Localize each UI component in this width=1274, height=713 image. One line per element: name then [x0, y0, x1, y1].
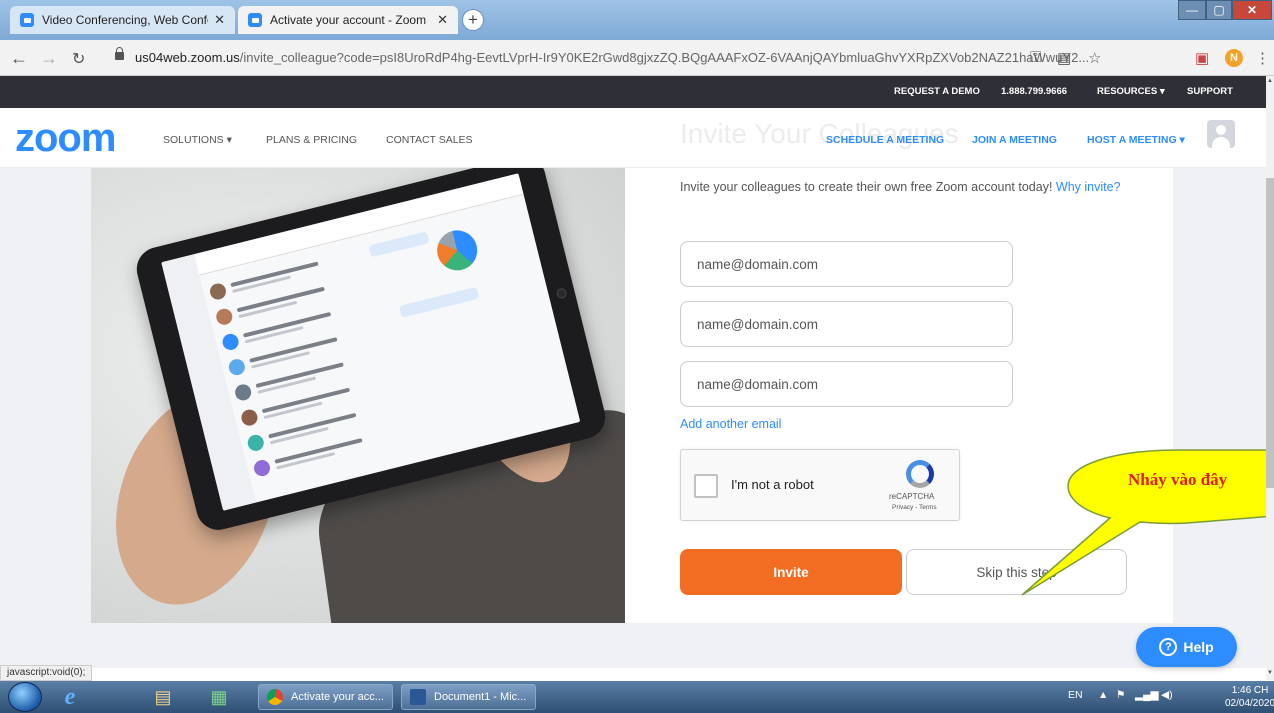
scroll-up-arrow-icon[interactable]: ▲ — [1266, 78, 1274, 86]
recaptcha-logo-icon — [906, 460, 934, 488]
new-tab-button[interactable]: + — [462, 9, 484, 31]
url-domain: us04web.zoom.us — [135, 50, 240, 65]
phone-number: 1.888.799.9666 — [1001, 86, 1068, 97]
invite-intro-text: Invite your colleagues to create their o… — [680, 180, 1053, 194]
address-bar: ← → ↻ us04web.zoom.us/invite_colleague?c… — [0, 40, 1274, 76]
taskbar-item-chrome[interactable]: Activate your acc... — [258, 684, 393, 710]
taskbar-item-word[interactable]: Document1 - Mic... — [401, 684, 536, 710]
url-path: /invite_colleague?code=psI8UroRdP4hg-Eev… — [239, 50, 1090, 65]
support-link[interactable]: SUPPORT — [1187, 86, 1233, 97]
callout-text: Nháy vào đây — [1128, 470, 1228, 489]
skip-step-button[interactable]: Skip this step — [906, 549, 1127, 595]
add-another-email-link[interactable]: Add another email — [680, 417, 781, 431]
plans-pricing-link[interactable]: PLANS & PRICING — [266, 134, 357, 146]
tablet-photo — [91, 168, 625, 623]
pdf-extension-icon[interactable]: ▣ — [1195, 49, 1209, 67]
close-icon[interactable]: ✕ — [214, 12, 225, 28]
tab-video-conferencing[interactable]: Video Conferencing, Web Confer ✕ — [10, 6, 235, 34]
resources-menu[interactable]: RESOURCES ▾ — [1097, 86, 1165, 97]
invite-button[interactable]: Invite — [680, 549, 902, 595]
tab-label: Video Conferencing, Web Confer — [42, 13, 209, 27]
taskbar-item-label: Document1 - Mic... — [434, 691, 527, 703]
help-button[interactable]: ? Help — [1136, 627, 1237, 667]
clock-date: 02/04/2020 — [1225, 698, 1274, 709]
join-meeting-link[interactable]: JOIN A MEETING — [972, 134, 1057, 146]
menu-kebab-icon[interactable]: ⋮ — [1255, 49, 1270, 67]
close-icon[interactable]: ✕ — [437, 12, 448, 28]
contact-sales-link[interactable]: CONTACT SALES — [386, 134, 473, 146]
recaptcha-label: I'm not a robot — [731, 477, 814, 492]
scroll-down-arrow-icon[interactable]: ▼ — [1266, 670, 1274, 678]
network-icon[interactable]: ▂▄▆ — [1135, 689, 1159, 701]
key-icon[interactable]: ⚿ — [1030, 49, 1041, 66]
screen-chat-bubble — [398, 286, 480, 318]
recaptcha-widget: I'm not a robot reCAPTCHA Privacy - Term… — [680, 449, 960, 521]
email-field-3[interactable] — [680, 361, 1013, 407]
email-field-2[interactable] — [680, 301, 1013, 347]
screen-pie-chart — [432, 226, 482, 275]
reload-icon[interactable]: ↻ — [72, 49, 85, 69]
screen: Video Conferencing, Web Confer ✕ Activat… — [0, 0, 1274, 713]
internet-explorer-icon[interactable]: e — [55, 684, 85, 710]
status-bar: javascript:void(0); — [0, 665, 93, 681]
scrollbar-thumb[interactable] — [1266, 178, 1274, 488]
excel-icon[interactable]: ▦ — [204, 685, 234, 709]
taskbar-item-label: Activate your acc... — [291, 691, 384, 703]
start-button[interactable] — [8, 682, 42, 712]
volume-icon[interactable]: ◀) — [1161, 689, 1173, 701]
tray-arrow-icon[interactable]: ▲ — [1098, 689, 1108, 701]
email-field-1[interactable] — [680, 241, 1013, 287]
forward-arrow-icon[interactable]: → — [40, 48, 58, 69]
recaptcha-terms-link[interactable]: Privacy - Terms — [892, 504, 937, 511]
clock[interactable]: 1:46 CH 02/04/2020 — [1225, 684, 1274, 710]
host-meeting-menu[interactable]: HOST A MEETING ▾ — [1087, 134, 1185, 146]
zoom-top-bar: REQUEST A DEMO 1.888.799.9666 RESOURCES … — [0, 76, 1266, 108]
browser-tab-bar: Video Conferencing, Web Confer ✕ Activat… — [0, 0, 1274, 40]
tab-label: Activate your account - Zoom — [270, 13, 427, 27]
tab-activate-account[interactable]: Activate your account - Zoom ✕ — [238, 6, 458, 34]
translate-icon[interactable]: ▤ — [1057, 49, 1071, 67]
star-icon[interactable]: ☆ — [1088, 49, 1101, 67]
invite-intro: Invite your colleagues to create their o… — [680, 180, 1121, 194]
profile-avatar[interactable]: N — [1225, 49, 1243, 67]
recaptcha-checkbox[interactable] — [694, 474, 718, 498]
main-content: Invite your colleagues to create their o… — [0, 168, 1266, 668]
taskbar: e ▤ ▦ Activate your acc... Document1 - M… — [0, 681, 1274, 713]
zoom-logo[interactable]: zoom — [15, 116, 116, 161]
help-label: Help — [1183, 639, 1214, 655]
zoom-favicon-icon — [20, 13, 34, 27]
question-icon: ? — [1159, 638, 1178, 656]
maximize-button[interactable]: ▢ — [1206, 0, 1232, 20]
file-explorer-icon[interactable]: ▤ — [148, 685, 178, 709]
why-invite-link[interactable]: Why invite? — [1056, 180, 1121, 194]
zoom-nav: zoom SOLUTIONS ▾ PLANS & PRICING CONTACT… — [0, 108, 1266, 168]
recaptcha-brand: reCAPTCHA — [889, 492, 935, 501]
url-field[interactable]: us04web.zoom.us/invite_colleague?code=ps… — [135, 50, 1089, 65]
flag-icon[interactable]: ⚑ — [1116, 689, 1125, 701]
request-demo-link[interactable]: REQUEST A DEMO — [894, 86, 980, 97]
chrome-icon — [267, 689, 283, 705]
minimize-button[interactable]: — — [1178, 0, 1206, 20]
language-indicator[interactable]: EN — [1068, 689, 1083, 701]
tablet-camera — [555, 287, 568, 300]
screen-chat-bubble — [368, 231, 430, 258]
lock-icon — [115, 47, 124, 60]
schedule-meeting-link[interactable]: SCHEDULE A MEETING — [826, 134, 944, 146]
word-icon — [410, 689, 426, 705]
zoom-favicon-icon — [248, 13, 262, 27]
back-arrow-icon[interactable]: ← — [10, 48, 28, 69]
solutions-menu[interactable]: SOLUTIONS ▾ — [163, 134, 232, 146]
avatar[interactable] — [1207, 120, 1235, 148]
clock-time: 1:46 CH — [1231, 685, 1269, 696]
window-close-button[interactable]: ✕ — [1232, 0, 1272, 20]
